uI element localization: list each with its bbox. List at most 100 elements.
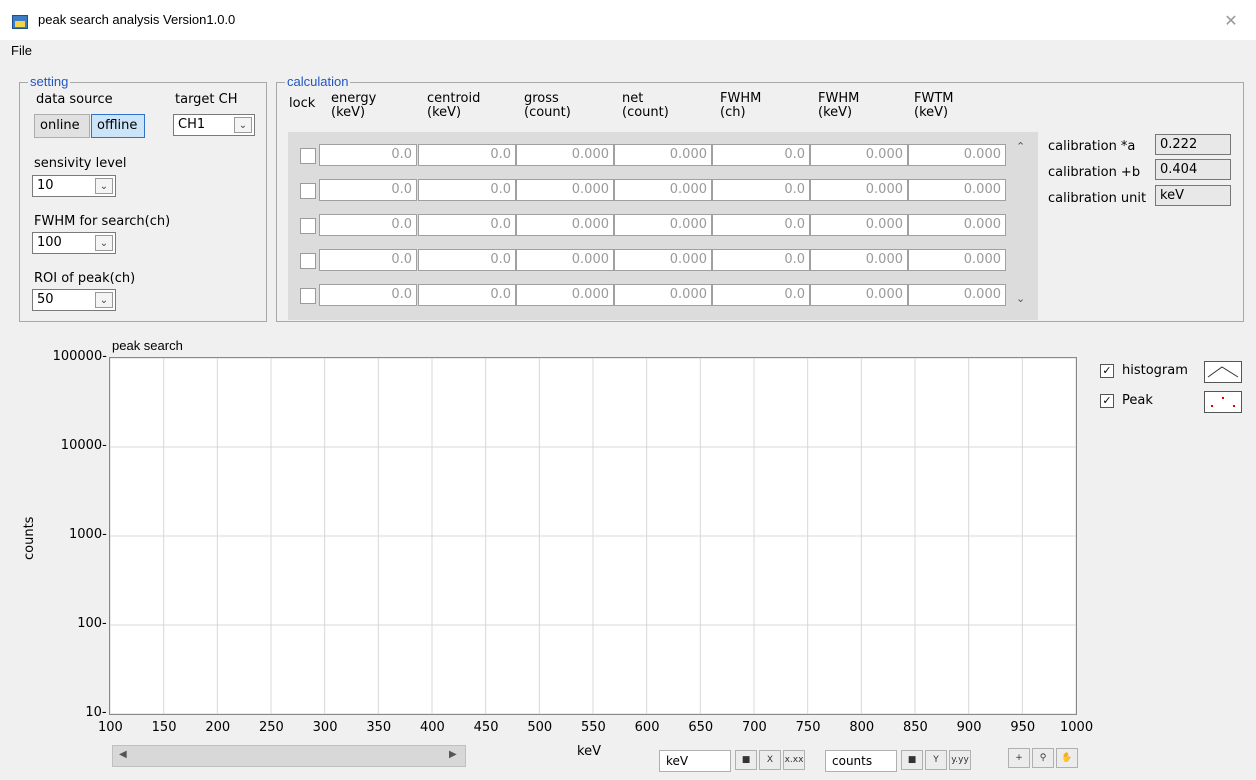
centroid-cell[interactable]: 0.0 — [418, 179, 516, 201]
window-title: peak search analysis Version1.0.0 — [38, 12, 236, 27]
col-header-fwhm-ch: FWHM (ch) — [720, 91, 762, 120]
y-lock-icon[interactable]: ■ — [901, 750, 923, 770]
fwhm-ch-cell[interactable]: 0.0 — [712, 179, 810, 201]
fwtm-kev-cell[interactable]: 0.000 — [908, 249, 1006, 271]
energy-cell[interactable]: 0.0 — [319, 179, 417, 201]
y-tick-label: 10000- — [60, 438, 107, 453]
chart-title: peak search — [112, 338, 183, 353]
offline-button[interactable]: offline — [91, 114, 145, 138]
x-axis-label: keV — [577, 744, 601, 759]
fwhm-ch-cell[interactable]: 0.0 — [712, 144, 810, 166]
calibration-b-field[interactable]: 0.404 — [1155, 159, 1231, 180]
lock-checkbox[interactable] — [300, 288, 316, 304]
net-cell[interactable]: 0.000 — [614, 179, 712, 201]
histogram-checkbox[interactable]: ✓ — [1100, 364, 1114, 378]
centroid-cell[interactable]: 0.0 — [418, 284, 516, 306]
fwhm-kev-cell[interactable]: 0.000 — [810, 214, 908, 236]
scroll-right-icon[interactable]: ▶ — [449, 749, 457, 760]
lock-checkbox[interactable] — [300, 148, 316, 164]
gross-cell[interactable]: 0.000 — [516, 284, 614, 306]
fwhm-kev-cell[interactable]: 0.000 — [810, 179, 908, 201]
lock-checkbox[interactable] — [300, 183, 316, 199]
y-tick-label: 100- — [77, 616, 107, 631]
gross-cell[interactable]: 0.000 — [516, 144, 614, 166]
target-ch-select[interactable]: CH1 ⌄ — [173, 114, 255, 136]
calibration-unit-label: calibration unit — [1048, 191, 1147, 206]
table-row: 0.0 0.0 0.000 0.000 0.0 0.000 0.000 — [288, 144, 1008, 168]
pan-hand-icon[interactable]: ✋ — [1056, 748, 1078, 768]
cursor-icon[interactable]: + — [1008, 748, 1030, 768]
net-cell[interactable]: 0.000 — [614, 284, 712, 306]
fwtm-kev-cell[interactable]: 0.000 — [908, 214, 1006, 236]
y-tick-label: 1000- — [69, 527, 107, 542]
x-tick-label: 250 — [259, 720, 284, 735]
col-header-fwhm-kev: FWHM (keV) — [818, 91, 860, 120]
data-source-label: data source — [36, 92, 113, 107]
scroll-down-icon[interactable]: ⌄ — [1016, 292, 1025, 305]
menu-file[interactable]: File — [11, 43, 32, 58]
x-unit-field[interactable]: keV — [659, 750, 731, 772]
zoom-icon[interactable]: ⚲ — [1032, 748, 1054, 768]
fwtm-kev-cell[interactable]: 0.000 — [908, 179, 1006, 201]
y-autoscale-icon[interactable]: Y — [925, 750, 947, 770]
calibration-a-field[interactable]: 0.222 — [1155, 134, 1231, 155]
sensitivity-select[interactable]: 10 ⌄ — [32, 175, 116, 197]
y-format-icon[interactable]: y.yy — [949, 750, 971, 770]
chevron-down-icon[interactable]: ⌄ — [234, 117, 252, 133]
energy-cell[interactable]: 0.0 — [319, 284, 417, 306]
histogram-line-icon[interactable] — [1204, 361, 1242, 383]
roi-select[interactable]: 50 ⌄ — [32, 289, 116, 311]
plot-area[interactable] — [109, 357, 1077, 715]
lock-checkbox[interactable] — [300, 218, 316, 234]
net-cell[interactable]: 0.000 — [614, 144, 712, 166]
scroll-up-icon[interactable]: ⌃ — [1016, 140, 1025, 153]
net-cell[interactable]: 0.000 — [614, 249, 712, 271]
x-autoscale-icon[interactable]: X — [759, 750, 781, 770]
gross-cell[interactable]: 0.000 — [516, 214, 614, 236]
fwhm-ch-cell[interactable]: 0.0 — [712, 284, 810, 306]
y-unit-field[interactable]: counts — [825, 750, 897, 772]
horizontal-scrollbar[interactable]: ◀ ▶ — [112, 745, 466, 767]
calibration-unit-field[interactable]: keV — [1155, 185, 1231, 206]
close-button[interactable]: ✕ — [1218, 8, 1244, 34]
gross-cell[interactable]: 0.000 — [516, 249, 614, 271]
y-axis-label: counts — [22, 516, 37, 560]
scroll-left-icon[interactable]: ◀ — [119, 749, 127, 760]
peak-checkbox[interactable]: ✓ — [1100, 394, 1114, 408]
chevron-down-icon[interactable]: ⌄ — [95, 178, 113, 194]
lock-checkbox[interactable] — [300, 253, 316, 269]
centroid-cell[interactable]: 0.0 — [418, 214, 516, 236]
x-tick-label: 350 — [366, 720, 392, 735]
online-button[interactable]: online — [34, 114, 90, 138]
chart-svg — [109, 357, 1077, 715]
fwhm-ch-cell[interactable]: 0.0 — [712, 249, 810, 271]
energy-cell[interactable]: 0.0 — [319, 249, 417, 271]
sensitivity-label: sensivity level — [34, 156, 127, 171]
x-tick-label: 550 — [581, 720, 606, 735]
col-header-net: net (count) — [622, 91, 669, 120]
sensitivity-value: 10 — [37, 178, 54, 193]
menu-bar — [0, 40, 1256, 64]
x-lock-icon[interactable]: ■ — [735, 750, 757, 770]
legend-peak-label: Peak — [1122, 393, 1153, 408]
net-cell[interactable]: 0.000 — [614, 214, 712, 236]
energy-cell[interactable]: 0.0 — [319, 214, 417, 236]
fwhm-kev-cell[interactable]: 0.000 — [810, 284, 908, 306]
fwhm-ch-cell[interactable]: 0.0 — [712, 214, 810, 236]
fwtm-kev-cell[interactable]: 0.000 — [908, 284, 1006, 306]
x-tick-label: 750 — [795, 720, 821, 735]
table-row: 0.0 0.0 0.000 0.000 0.0 0.000 0.000 — [288, 249, 1008, 273]
fwhm-search-select[interactable]: 100 ⌄ — [32, 232, 116, 254]
peak-marker-icon[interactable] — [1204, 391, 1242, 413]
gross-cell[interactable]: 0.000 — [516, 179, 614, 201]
chevron-down-icon[interactable]: ⌄ — [95, 292, 113, 308]
x-tick-label: 500 — [527, 720, 553, 735]
x-format-icon[interactable]: x.xx — [783, 750, 805, 770]
fwhm-kev-cell[interactable]: 0.000 — [810, 144, 908, 166]
chevron-down-icon[interactable]: ⌄ — [95, 235, 113, 251]
energy-cell[interactable]: 0.0 — [319, 144, 417, 166]
centroid-cell[interactable]: 0.0 — [418, 144, 516, 166]
fwhm-kev-cell[interactable]: 0.000 — [810, 249, 908, 271]
centroid-cell[interactable]: 0.0 — [418, 249, 516, 271]
fwtm-kev-cell[interactable]: 0.000 — [908, 144, 1006, 166]
